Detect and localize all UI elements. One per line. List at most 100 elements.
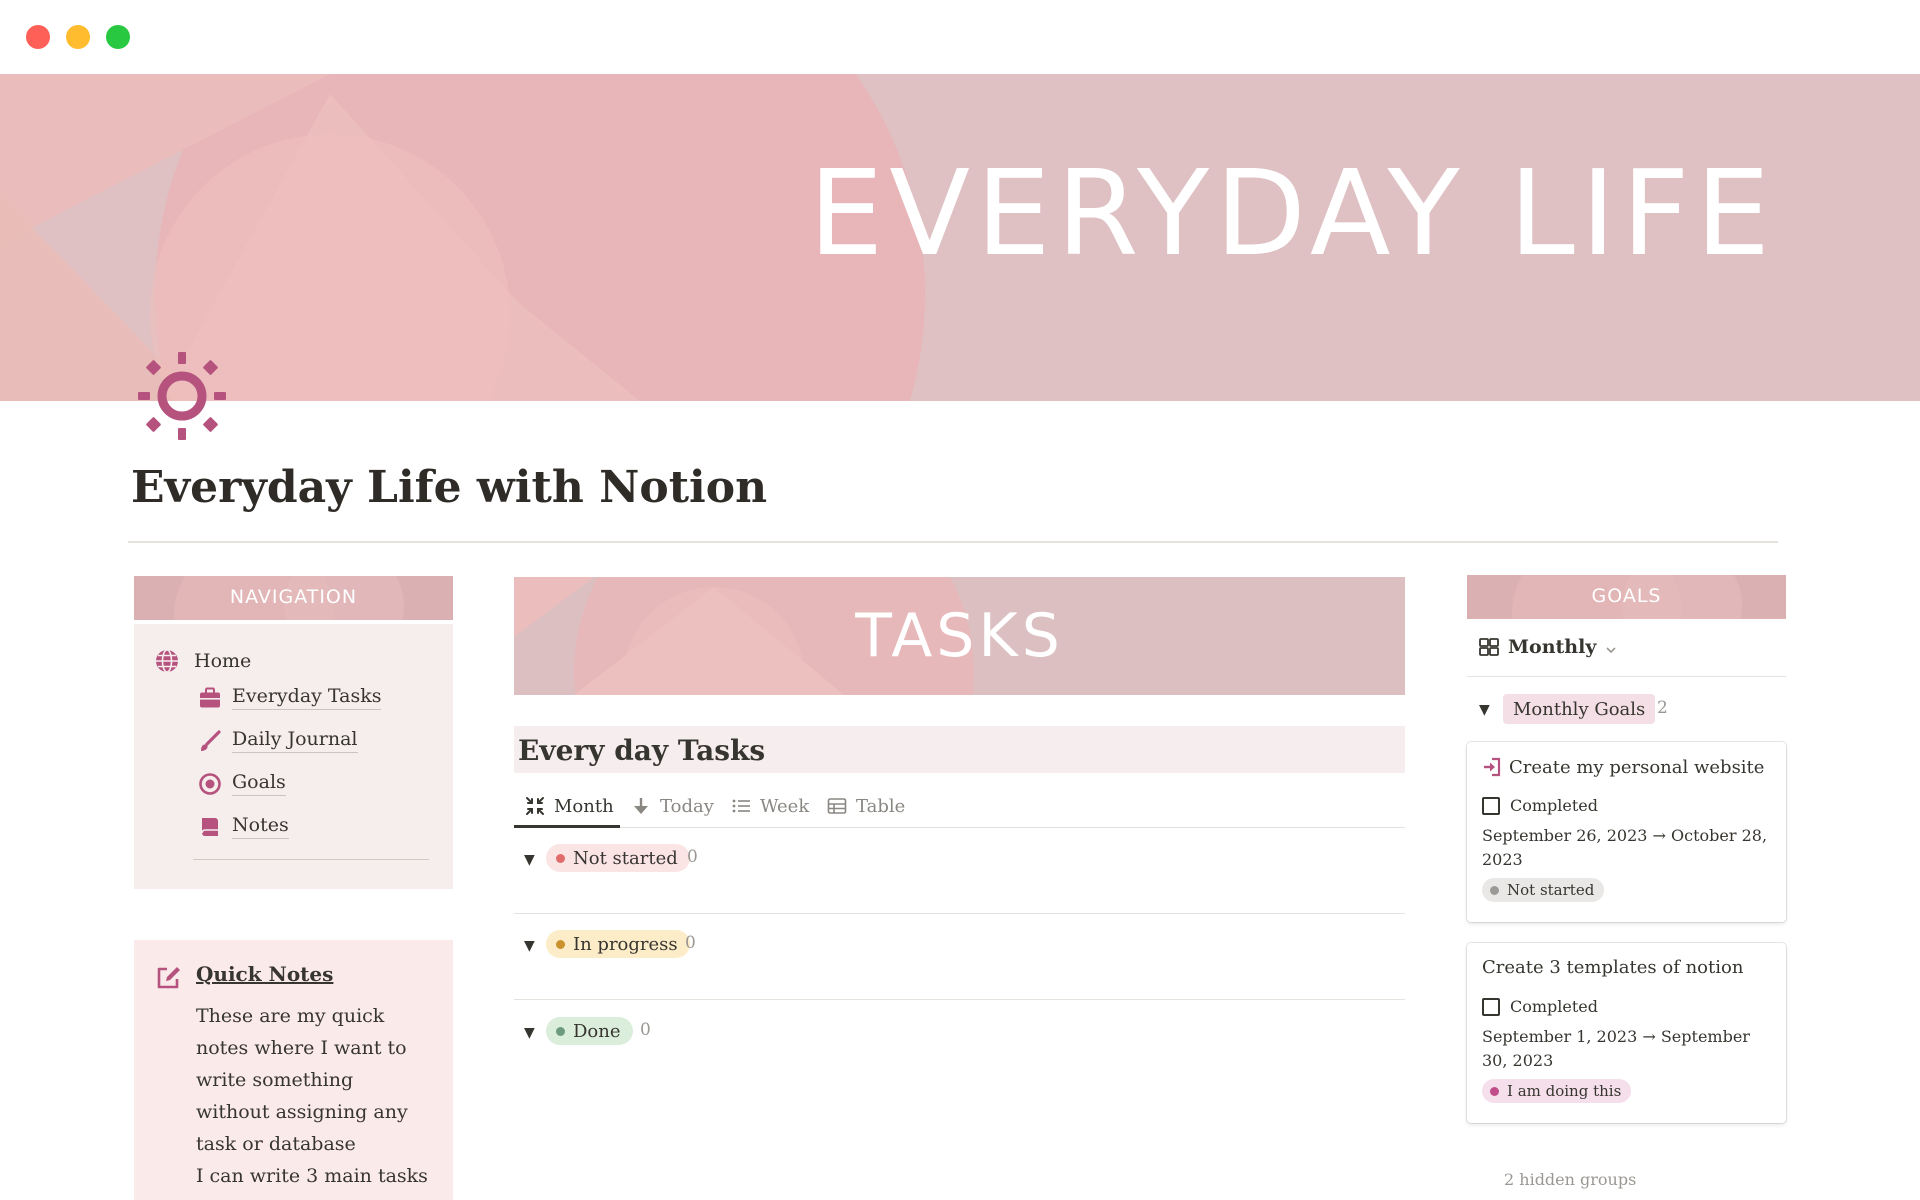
close-window-button[interactable] [26, 25, 50, 49]
book-icon [198, 815, 222, 839]
nav-item-notes[interactable]: Notes [198, 814, 289, 839]
window-titlebar [0, 0, 1920, 74]
group-count: 0 [687, 847, 698, 867]
tab-month-underline [514, 825, 620, 828]
completed-checkbox[interactable]: Completed [1482, 997, 1598, 1016]
status-label: Done [573, 1020, 621, 1042]
globe-icon [154, 648, 180, 674]
group-divider [514, 999, 1405, 1000]
goal-card-title: Create my personal website [1481, 756, 1764, 778]
checkbox-icon [1482, 997, 1500, 1016]
completed-label: Completed [1510, 796, 1599, 815]
status-label: In progress [573, 933, 678, 955]
sun-icon[interactable] [134, 348, 230, 444]
group-count: 0 [685, 933, 696, 953]
quick-notes-callout[interactable]: Quick Notes These are my quick notes whe… [134, 940, 453, 1200]
tab-week[interactable]: Week [730, 784, 809, 828]
tab-today-label: Today [660, 795, 714, 817]
tab-month-label: Month [554, 795, 614, 817]
nav-daily-journal-label: Daily Journal [232, 728, 358, 753]
goal-card-title: Create 3 templates of notion [1482, 957, 1743, 978]
cover-title: EVERYDAY LIFE [808, 144, 1776, 282]
goals-header: GOALS [1467, 575, 1786, 619]
monthly-goals-group: ▼ Monthly Goals 2 [1467, 694, 1786, 724]
navigation-header-text: NAVIGATION [229, 586, 358, 608]
nav-divider [193, 859, 429, 860]
table-icon [826, 795, 848, 817]
nav-goals-label: Goals [232, 771, 286, 796]
briefcase-icon [198, 686, 222, 710]
goal-status-pill: I am doing this [1482, 1079, 1632, 1103]
tasks-banner-text: TASKS [855, 601, 1064, 671]
goal-card-date: September 1, 2023 → September 30, 2023 [1482, 1027, 1750, 1070]
quick-notes-body-cut: I can write 3 main tasks i [196, 1165, 428, 1200]
nav-home-label: Home [194, 650, 252, 672]
goal-card-title-text: Create my personal website [1509, 756, 1765, 778]
goal-status-label: I am doing this [1507, 1082, 1622, 1100]
group-count: 0 [640, 1020, 651, 1040]
group-toggle-icon[interactable]: ▼ [1479, 702, 1490, 718]
tab-table[interactable]: Table [826, 784, 905, 828]
tab-month[interactable]: Month [524, 784, 614, 828]
nav-item-everyday-tasks[interactable]: Everyday Tasks [198, 685, 382, 710]
nav-item-home[interactable]: Home [154, 648, 251, 674]
chevron-down-icon [1604, 640, 1618, 654]
navigation-header: NAVIGATION [134, 576, 453, 620]
checkbox-icon [1482, 796, 1500, 815]
nav-item-daily-journal[interactable]: Daily Journal [198, 728, 358, 753]
goals-view-switcher[interactable]: Monthly [1478, 636, 1618, 658]
navigation-panel: Home Everyday Tasks Daily Journal Goals … [134, 624, 453, 889]
arrow-down-icon [630, 795, 652, 817]
status-dot [556, 853, 565, 863]
cover-image: EVERYDAY LIFE [0, 74, 1920, 401]
group-toggle-icon[interactable]: ▼ [524, 1025, 535, 1041]
group-divider [514, 913, 1405, 914]
goal-card-title-text: Create 3 templates of notion [1482, 957, 1744, 978]
goal-card[interactable]: Create my personal website Completed Sep… [1467, 742, 1786, 922]
status-dot [1490, 885, 1499, 895]
page-title: Everyday Life with Notion [131, 462, 768, 513]
tasks-database-header: Every day Tasks [514, 726, 1405, 773]
gallery-icon [1478, 636, 1500, 658]
tasks-view-tabs: Month Today Week Table [514, 784, 1405, 828]
paintbrush-icon [198, 729, 222, 753]
group-toggle-icon[interactable]: ▼ [524, 938, 535, 954]
hidden-groups-toggle[interactable]: 2 hidden groups [1504, 1170, 1636, 1189]
tasks-banner: TASKS [514, 577, 1405, 695]
tab-table-label: Table [856, 795, 906, 817]
tab-week-label: Week [760, 795, 810, 817]
monthly-goals-count: 2 [1657, 698, 1668, 718]
tasks-database-title[interactable]: Every day Tasks [518, 734, 765, 767]
completed-label: Completed [1510, 997, 1599, 1016]
maximize-window-button[interactable] [106, 25, 130, 49]
status-dot [556, 1026, 565, 1036]
title-divider [128, 541, 1778, 543]
goal-status-label: Not started [1507, 881, 1595, 899]
goals-header-text: GOALS [1591, 585, 1662, 607]
nav-notes-label: Notes [232, 814, 289, 839]
tab-today[interactable]: Today [630, 784, 714, 828]
goal-status-pill: Not started [1482, 878, 1605, 902]
monthly-goals-pill[interactable]: Monthly Goals [1503, 694, 1656, 724]
login-icon [1481, 756, 1503, 778]
nav-everyday-tasks-label: Everyday Tasks [232, 685, 382, 710]
status-dot [1490, 1086, 1499, 1096]
status-dot [556, 939, 565, 949]
target-icon [198, 772, 222, 796]
status-label: Not started [573, 847, 678, 869]
status-pill-done[interactable]: Done [546, 1017, 633, 1045]
minimize-window-button[interactable] [66, 25, 90, 49]
quick-notes-body: These are my quick notes where I want to… [196, 1005, 408, 1155]
goals-view-label: Monthly [1508, 636, 1597, 658]
nav-item-goals[interactable]: Goals [198, 771, 286, 796]
status-pill-in-progress[interactable]: In progress [546, 930, 690, 958]
goals-divider [1467, 676, 1786, 677]
list-icon [730, 795, 752, 817]
collapse-icon [524, 795, 546, 817]
status-pill-not-started[interactable]: Not started [546, 844, 690, 872]
goal-card[interactable]: Create 3 templates of notion Completed S… [1467, 943, 1786, 1123]
quick-notes-title[interactable]: Quick Notes [196, 962, 333, 986]
completed-checkbox[interactable]: Completed [1482, 796, 1598, 815]
group-toggle-icon[interactable]: ▼ [524, 852, 535, 868]
quick-notes-text: These are my quick notes where I want to… [196, 1000, 432, 1200]
